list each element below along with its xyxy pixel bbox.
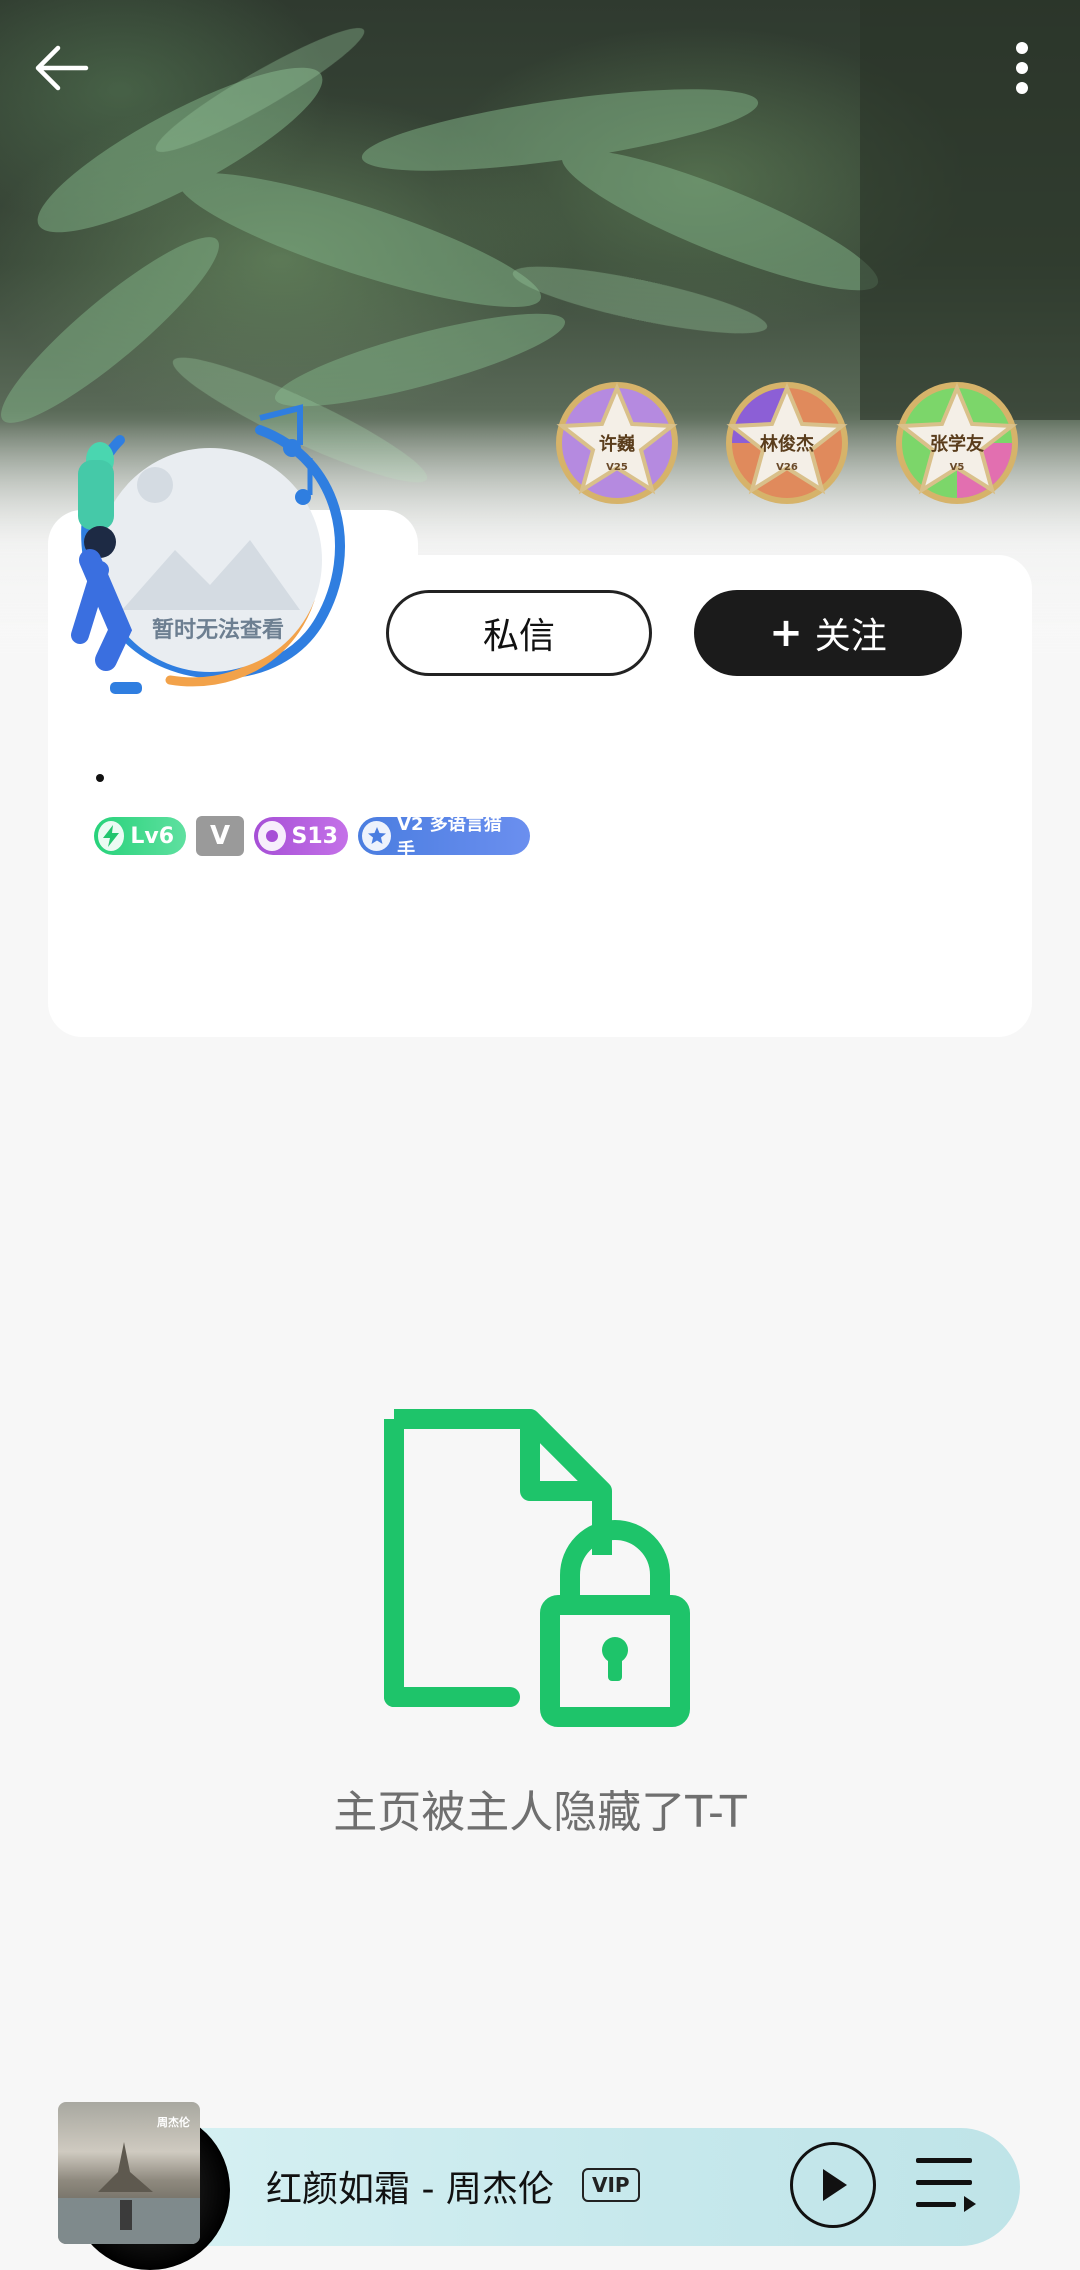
play-icon: [823, 2169, 847, 2201]
disc-icon: [258, 821, 286, 851]
season-badge[interactable]: S13: [254, 817, 348, 855]
medal-name: 许巍: [599, 434, 635, 455]
v2-badge[interactable]: V2 多语言猎手: [358, 814, 530, 861]
medal-level: V26: [776, 462, 798, 473]
cover-artist-text: 周杰伦: [157, 2116, 190, 2129]
play-button[interactable]: [790, 2142, 876, 2228]
medal-name: 林俊杰: [760, 434, 814, 455]
medal-level: V5: [949, 462, 965, 473]
medal-level: V25: [606, 462, 628, 473]
playlist-button[interactable]: [910, 2152, 980, 2218]
mini-player[interactable]: [130, 2128, 1020, 2246]
star-badge-icon: [362, 821, 392, 851]
lightning-icon: [98, 821, 125, 851]
vertical-dots-icon: [1016, 42, 1028, 94]
vip-badge[interactable]: V: [196, 816, 244, 856]
song-title[interactable]: 红颜如霜 - 周杰伦: [266, 2160, 554, 2212]
message-button[interactable]: 私信: [386, 590, 652, 676]
arrow-left-icon: [35, 45, 89, 91]
avatar-placeholder-text: 暂时无法查看: [151, 618, 284, 643]
avatar[interactable]: 暂时无法查看: [60, 400, 360, 720]
level-badge[interactable]: Lv6: [94, 817, 186, 855]
locked-document-icon: [384, 1409, 690, 1727]
medal-name: 张学友: [930, 434, 984, 455]
hidden-profile-message: 主页被主人隐藏了T-T: [333, 1787, 747, 1838]
medal-2[interactable]: 林俊杰 V26: [722, 378, 852, 508]
playlist-icon: [916, 2158, 976, 2212]
nickname: [96, 774, 104, 782]
vip-tag: VIP: [582, 2168, 640, 2202]
more-button[interactable]: [982, 28, 1062, 108]
album-cover[interactable]: 周杰伦: [58, 2102, 200, 2244]
badge-row: Lv6 V S13 V2 多语言猎手: [94, 814, 530, 861]
follow-button[interactable]: + 关注: [694, 590, 962, 676]
follow-label: 关注: [814, 616, 887, 657]
plus-icon: +: [769, 610, 803, 656]
medal-3[interactable]: 张学友 V5: [892, 378, 1022, 508]
avatar-frame-icon: [71, 404, 345, 694]
back-button[interactable]: [22, 28, 102, 108]
medal-1[interactable]: 许巍 V25: [552, 378, 682, 508]
